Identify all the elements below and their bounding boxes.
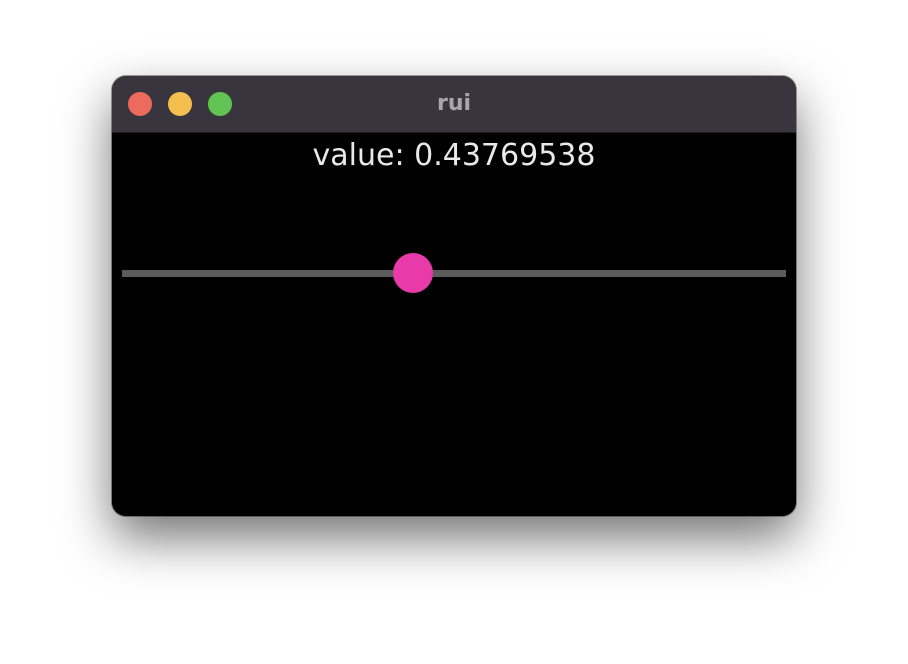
window-title: rui bbox=[436, 91, 472, 116]
title-bar[interactable]: rui bbox=[112, 76, 796, 133]
app-window: rui value: 0.43769538 bbox=[112, 76, 796, 516]
slider-thumb[interactable] bbox=[392, 253, 433, 293]
window-content: value: 0.43769538 bbox=[112, 133, 796, 516]
value-label: value: 0.43769538 bbox=[312, 138, 596, 173]
value-slider[interactable] bbox=[122, 253, 786, 293]
slider-track[interactable] bbox=[122, 270, 786, 277]
